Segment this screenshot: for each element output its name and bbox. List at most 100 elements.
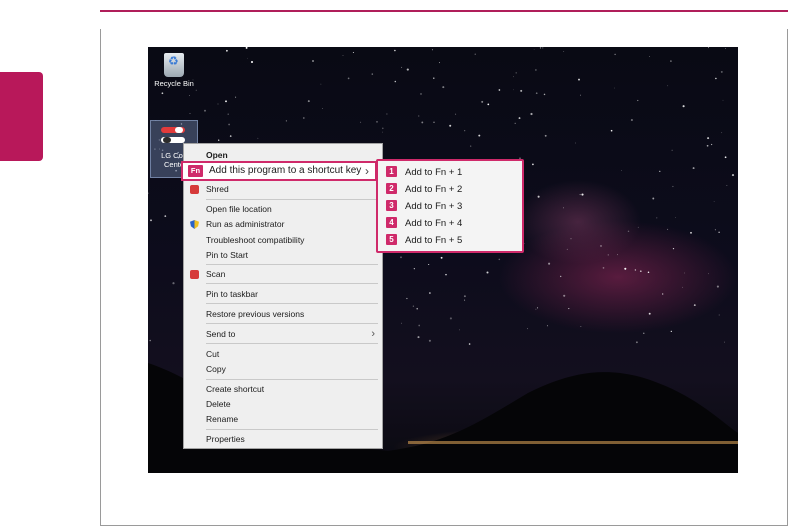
star [713, 200, 715, 202]
star [707, 47, 710, 49]
submenu-item-label: Add to Fn + 2 [405, 184, 463, 195]
menu-separator [206, 429, 378, 430]
star [189, 113, 191, 114]
menu-item-cut[interactable]: Cut [184, 347, 382, 362]
star [204, 109, 206, 112]
star [639, 270, 642, 273]
submenu-item-fn-1[interactable]: 1 Add to Fn + 1 [386, 165, 462, 181]
menu-item-restore-versions[interactable]: Restore previous versions [184, 307, 382, 322]
number-badge-icon: 1 [386, 166, 397, 177]
star [707, 137, 710, 140]
star [563, 294, 566, 297]
chevron-right-icon: › [365, 164, 369, 178]
star [412, 305, 415, 307]
star [382, 127, 384, 130]
star [613, 87, 615, 89]
menu-item-properties[interactable]: Properties [184, 432, 382, 447]
star [537, 195, 540, 198]
star [150, 219, 152, 222]
star [579, 94, 581, 96]
menu-item-run-as-admin[interactable]: Run as administrator [184, 217, 382, 232]
recycle-bin-icon[interactable]: Recycle Bin [152, 53, 196, 88]
star [720, 70, 723, 73]
star [600, 245, 602, 247]
star [667, 228, 669, 230]
star [563, 51, 565, 52]
star [627, 230, 630, 233]
star [544, 134, 547, 137]
chapter-tab [0, 72, 43, 161]
star [302, 117, 305, 119]
star [656, 217, 658, 219]
submenu-item-label: Add to Fn + 4 [405, 218, 463, 229]
star [637, 99, 639, 102]
menu-item-delete[interactable]: Delete [184, 397, 382, 412]
star [401, 66, 403, 68]
star [537, 307, 539, 309]
star [535, 69, 537, 71]
menu-item-pin-to-start[interactable]: Pin to Start [184, 248, 382, 263]
star [539, 47, 542, 49]
star [449, 124, 452, 127]
star [352, 51, 354, 54]
star [706, 144, 709, 147]
submenu-item-fn-4[interactable]: 4 Add to Fn + 4 [386, 216, 462, 232]
menu-item-create-shortcut[interactable]: Create shortcut [184, 382, 382, 397]
star [432, 49, 433, 51]
scan-icon [190, 270, 199, 279]
star [543, 93, 546, 96]
star [579, 194, 581, 196]
number-badge-icon: 3 [386, 200, 397, 211]
star [406, 68, 409, 71]
star [285, 120, 287, 122]
star [449, 317, 452, 320]
menu-item-open-file-location[interactable]: Open file location [184, 202, 382, 217]
menu-item-add-shortcut-key-label: Add this program to a shortcut key [209, 165, 362, 176]
menu-item-add-shortcut-key[interactable]: Fn Add this program to a shortcut key › [181, 161, 377, 181]
star [247, 57, 248, 59]
star [662, 293, 664, 295]
star [716, 285, 719, 288]
menu-separator [206, 283, 378, 284]
star [360, 121, 362, 123]
star [670, 60, 672, 62]
star [610, 129, 613, 132]
star [438, 62, 441, 64]
star [245, 47, 248, 49]
star [195, 89, 197, 91]
menu-item-send-to[interactable]: Send to › [184, 327, 382, 342]
star [710, 143, 713, 146]
star [148, 192, 149, 194]
star [535, 92, 538, 95]
star [630, 118, 633, 122]
star [227, 113, 229, 115]
menu-item-rename[interactable]: Rename [184, 412, 382, 427]
menu-item-scan[interactable]: Scan [184, 267, 382, 282]
menu-item-troubleshoot[interactable]: Troubleshoot compatibility [184, 233, 382, 248]
submenu-item-fn-2[interactable]: 2 Add to Fn + 2 [386, 182, 462, 198]
menu-item-copy[interactable]: Copy [184, 362, 382, 377]
star [394, 80, 397, 83]
star [563, 207, 564, 209]
star [464, 299, 466, 301]
star [624, 267, 627, 270]
star [648, 55, 650, 57]
star [533, 48, 535, 50]
menu-item-pin-to-taskbar[interactable]: Pin to taskbar [184, 287, 382, 302]
star [464, 130, 466, 132]
star [675, 217, 676, 218]
menu-item-shred[interactable]: Shred [184, 182, 382, 197]
star [394, 49, 396, 52]
star [515, 72, 517, 74]
submenu-item-fn-3[interactable]: 3 Add to Fn + 3 [386, 199, 462, 215]
star [250, 60, 254, 64]
star [535, 308, 537, 310]
star [445, 273, 447, 276]
star [217, 103, 219, 105]
star [433, 77, 435, 79]
star [498, 258, 501, 261]
submenu-item-fn-5[interactable]: 5 Add to Fn + 5 [386, 233, 462, 249]
star [602, 267, 605, 269]
star [672, 248, 675, 250]
star [433, 121, 435, 123]
